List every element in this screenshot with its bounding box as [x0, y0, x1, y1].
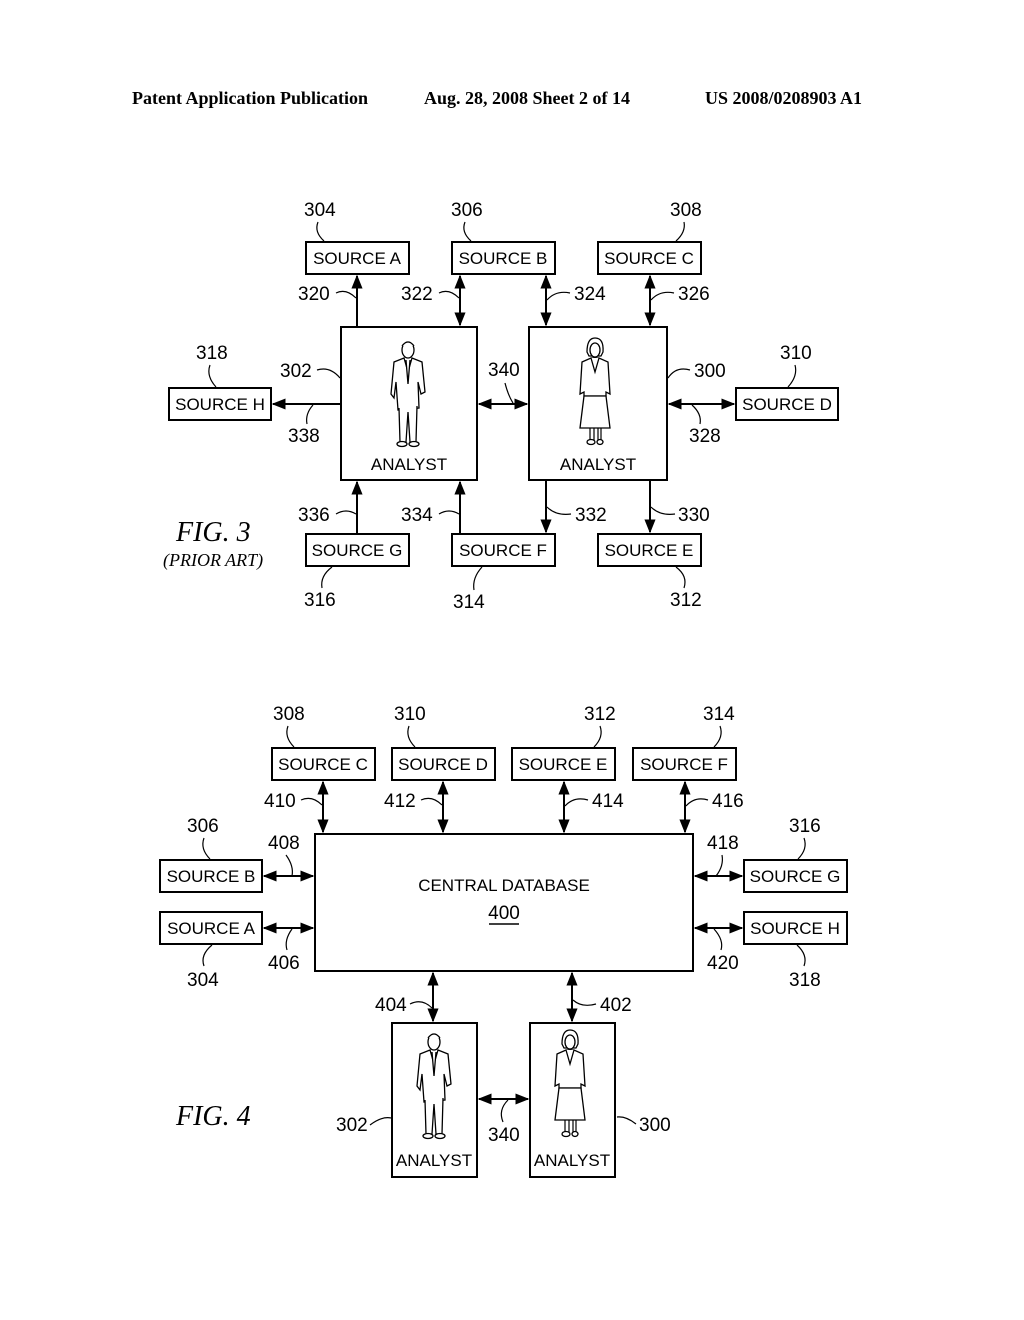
fig4-analyst-300: ANALYST [529, 1022, 616, 1178]
analyst-label: ANALYST [371, 455, 447, 474]
fig3-analyst-302: ANALYST [340, 326, 478, 481]
ref-328: 328 [689, 426, 721, 447]
ref-340: 340 [488, 1125, 520, 1146]
ref-338: 338 [288, 426, 320, 447]
database-label: CENTRAL DATABASE [418, 876, 590, 895]
fig4-source-d: SOURCE D [391, 747, 496, 781]
ref-316: 316 [304, 590, 336, 611]
ref-340: 340 [488, 360, 520, 381]
fig3-analyst-300: ANALYST [528, 326, 668, 481]
ref-332: 332 [575, 505, 607, 526]
source-label: SOURCE C [278, 755, 368, 774]
ref-302: 302 [280, 361, 312, 382]
source-label: SOURCE H [175, 395, 265, 414]
fig3-source-g: SOURCE G [305, 533, 410, 567]
ref-304: 304 [304, 200, 336, 221]
source-label: SOURCE C [604, 249, 694, 268]
source-label: SOURCE B [167, 867, 256, 886]
fig3-subtitle: (PRIOR ART) [163, 550, 263, 571]
ref-326: 326 [678, 284, 710, 305]
fig3-source-b: SOURCE B [451, 241, 556, 275]
ref-310: 310 [780, 343, 812, 364]
ref-300: 300 [639, 1115, 671, 1136]
source-label: SOURCE D [742, 395, 832, 414]
fig3-source-e: SOURCE E [597, 533, 702, 567]
ref-334: 334 [401, 505, 433, 526]
ref-306: 306 [187, 816, 219, 837]
ref-414: 414 [592, 791, 624, 812]
ref-318: 318 [789, 970, 821, 991]
ref-312: 312 [670, 590, 702, 611]
fig4-source-c: SOURCE C [271, 747, 376, 781]
fig4-source-e: SOURCE E [511, 747, 616, 781]
fig4: CENTRAL DATABASE 400 SOURCE C SOURCE D S… [159, 704, 848, 1178]
fig3-source-f: SOURCE F [451, 533, 556, 567]
fig4-source-g: SOURCE G [743, 859, 848, 893]
analyst-label: ANALYST [396, 1151, 472, 1170]
fig4-source-f: SOURCE F [632, 747, 737, 781]
ref-310: 310 [394, 704, 426, 725]
source-label: SOURCE G [312, 541, 403, 560]
patent-figures: ANALYST ANALYST SOURCE A SOURCE B SOURCE… [159, 200, 848, 1178]
fig4-title: FIG. 4 [175, 1101, 251, 1132]
ref-306: 306 [451, 200, 483, 221]
ref-308: 308 [670, 200, 702, 221]
source-label: SOURCE F [459, 541, 547, 560]
ref-308: 308 [273, 704, 305, 725]
ref-404: 404 [375, 995, 407, 1016]
ref-304: 304 [187, 970, 219, 991]
source-label: SOURCE A [167, 919, 256, 938]
source-label: SOURCE B [459, 249, 548, 268]
ref-406: 406 [268, 953, 300, 974]
source-label: SOURCE F [640, 755, 728, 774]
fig4-source-b: SOURCE B [159, 859, 263, 893]
ref-322: 322 [401, 284, 433, 305]
ref-320: 320 [298, 284, 330, 305]
ref-312: 312 [584, 704, 616, 725]
ref-324: 324 [574, 284, 606, 305]
ref-302: 302 [336, 1115, 368, 1136]
ref-316: 316 [789, 816, 821, 837]
source-label: SOURCE D [398, 755, 488, 774]
source-label: SOURCE E [519, 755, 608, 774]
analyst-label: ANALYST [560, 455, 636, 474]
fig4-source-a: SOURCE A [159, 911, 263, 945]
ref-412: 412 [384, 791, 416, 812]
fig3-source-c: SOURCE C [597, 241, 702, 275]
fig4-source-h: SOURCE H [743, 911, 848, 945]
source-label: SOURCE E [605, 541, 694, 560]
fig3-title: FIG. 3 [175, 517, 251, 548]
fig3: ANALYST ANALYST SOURCE A SOURCE B SOURCE… [163, 200, 839, 613]
ref-314: 314 [703, 704, 735, 725]
fig3-source-h: SOURCE H [168, 387, 272, 421]
database-ref: 400 [488, 903, 520, 924]
ref-318: 318 [196, 343, 228, 364]
ref-418: 418 [707, 833, 739, 854]
fig3-source-a: SOURCE A [305, 241, 410, 275]
analyst-label: ANALYST [534, 1151, 610, 1170]
source-label: SOURCE A [313, 249, 402, 268]
ref-314: 314 [453, 592, 485, 613]
ref-420: 420 [707, 953, 739, 974]
fig3-source-d: SOURCE D [735, 387, 839, 421]
fig4-analyst-302: ANALYST [391, 1022, 478, 1178]
ref-300: 300 [694, 361, 726, 382]
central-database: CENTRAL DATABASE 400 [314, 833, 694, 972]
ref-410: 410 [264, 791, 296, 812]
ref-402: 402 [600, 995, 632, 1016]
source-label: SOURCE G [750, 867, 841, 886]
source-label: SOURCE H [750, 919, 840, 938]
ref-330: 330 [678, 505, 710, 526]
ref-336: 336 [298, 505, 330, 526]
ref-408: 408 [268, 833, 300, 854]
ref-416: 416 [712, 791, 744, 812]
